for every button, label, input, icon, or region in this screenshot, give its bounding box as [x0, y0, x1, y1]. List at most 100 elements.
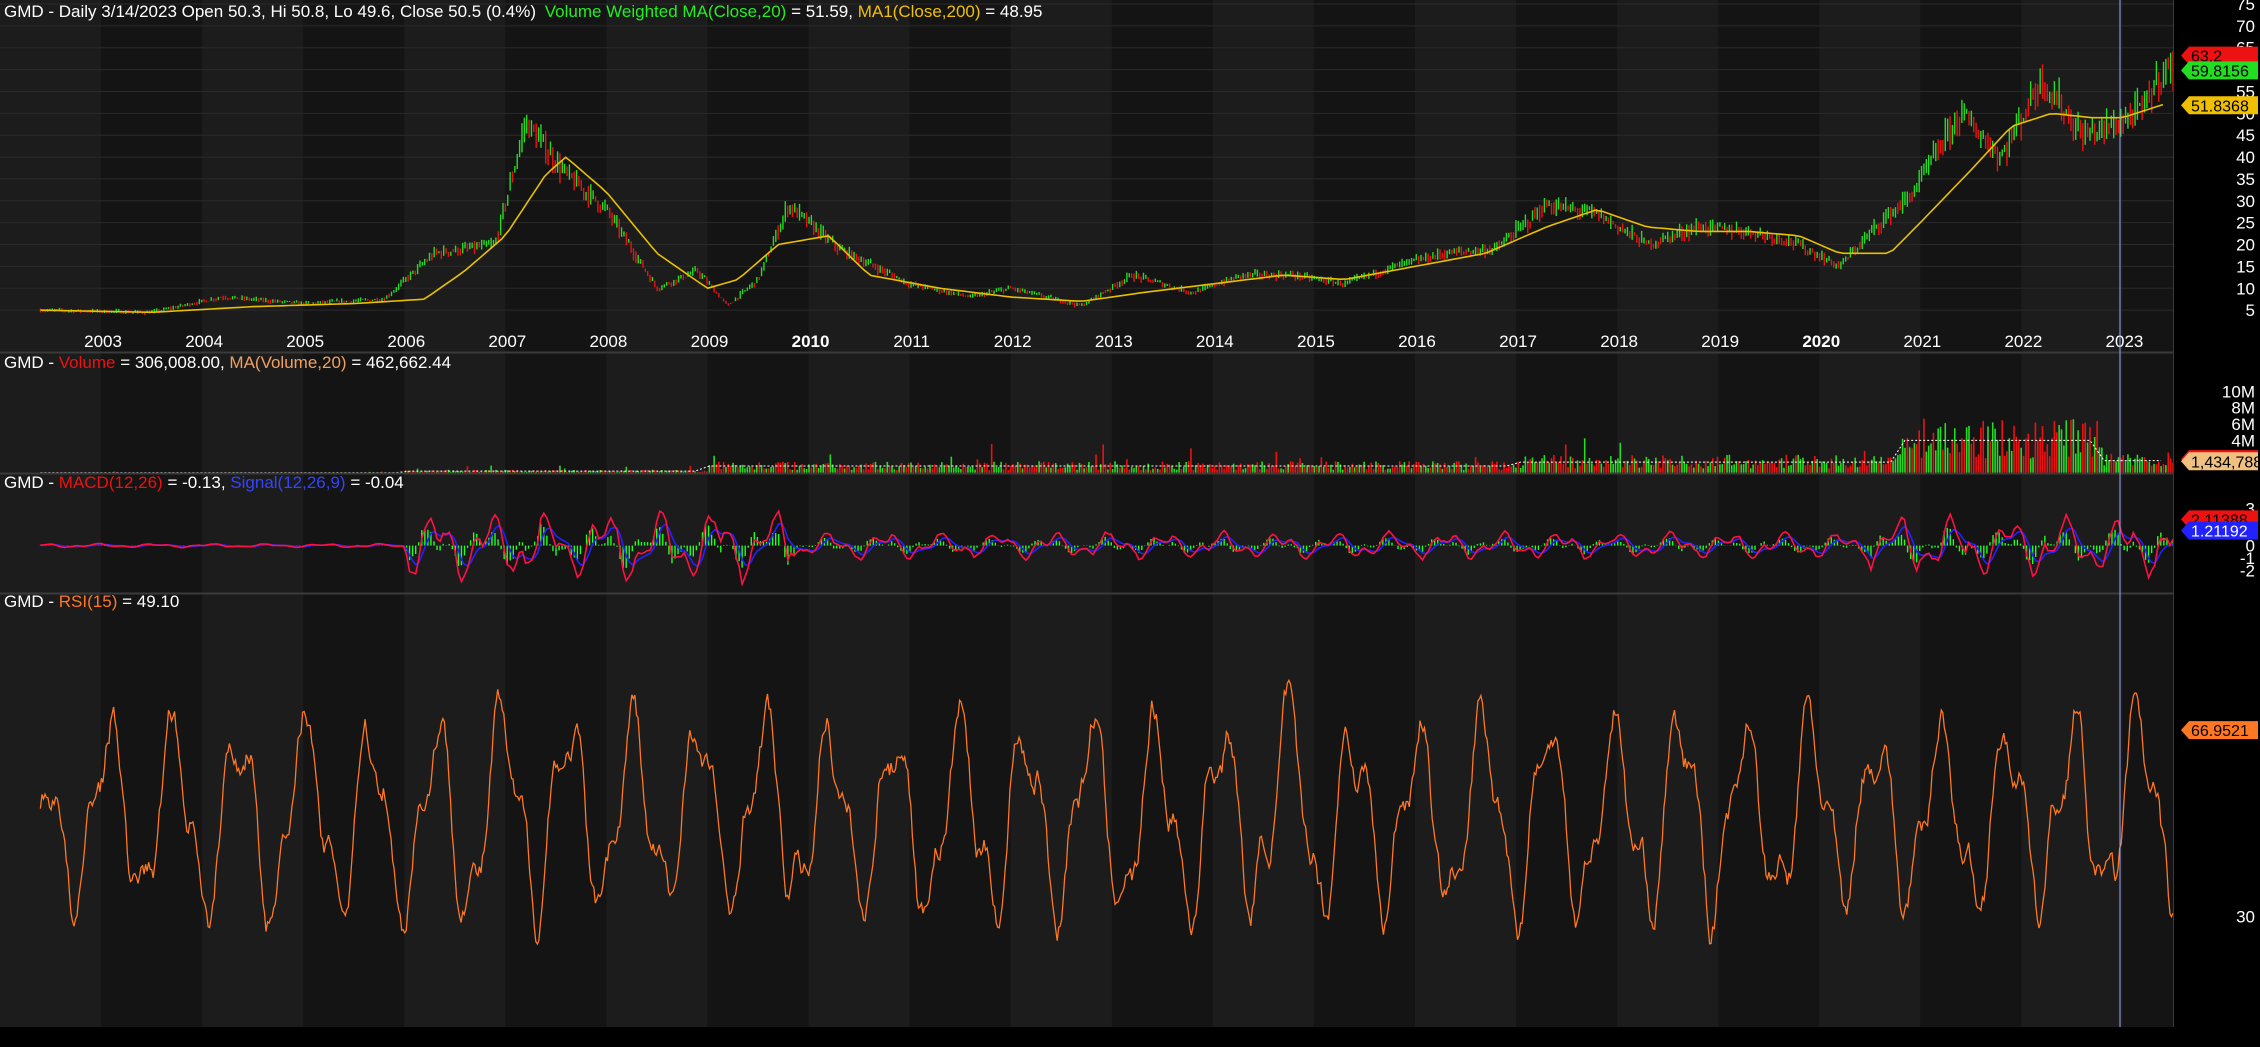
stock-chart[interactable]: 51015202530354045505560657075 2003200420…: [0, 0, 2260, 1047]
year-band: [2021, 474, 2123, 593]
year-band: [202, 594, 304, 1027]
volume-ma-value: = 462,662.44: [351, 353, 451, 372]
year-band: [1010, 474, 1112, 593]
year-band: [606, 0, 708, 352]
price-x-tick: 2015: [1297, 332, 1335, 351]
price-x-axis: 2003 2004 2005 2006 2007 2008 2009 2010 2011 2012…: [84, 332, 2143, 351]
year-band: [808, 0, 910, 352]
year-band: [2021, 594, 2123, 1027]
rsi-header-prefix: GMD -: [4, 592, 59, 611]
year-band: [1010, 594, 1112, 1027]
vwma-label: Volume Weighted MA(Close,20): [545, 2, 787, 21]
price-y-tick: 35: [2236, 170, 2255, 189]
year-band: [1212, 0, 1314, 352]
year-band: [202, 0, 304, 352]
price-x-tick: 2012: [994, 332, 1032, 351]
volume-header: GMD - Volume = 306,008.00, MA(Volume,20)…: [4, 353, 451, 372]
signal-label: Signal(12,26,9): [230, 473, 345, 492]
price-y-tick: 30: [2236, 192, 2255, 211]
price-y-tick: 20: [2236, 236, 2255, 255]
price-x-tick: 2007: [488, 332, 526, 351]
year-band: [1819, 594, 1921, 1027]
price-x-tick: 2006: [387, 332, 425, 351]
year-band: [404, 474, 506, 593]
volume-y-tick: 6M: [2231, 415, 2255, 434]
year-band: [0, 0, 102, 352]
price-x-tick: 2019: [1701, 332, 1739, 351]
year-band: [1212, 474, 1314, 593]
price-x-tick: 2023: [2106, 332, 2144, 351]
price-x-tick: 2011: [893, 332, 930, 351]
price-y-tick: 5: [2246, 301, 2255, 320]
year-band: [1617, 594, 1719, 1027]
scrollbar-track[interactable]: [0, 1027, 2260, 1047]
price-x-tick: 2005: [286, 332, 324, 351]
price-x-tick: 2010: [792, 332, 830, 351]
price-y-tick: 75: [2236, 0, 2255, 14]
year-band: [404, 594, 506, 1027]
price-x-tick: 2016: [1398, 332, 1436, 351]
macd-badge: 1.21192: [2191, 524, 2248, 541]
price-y-tick: 10: [2236, 279, 2255, 298]
price-header-prefix: GMD - Daily 3/14/2023 Open 50.3, Hi 50.8…: [4, 2, 536, 21]
macd-label: MACD(12,26): [59, 473, 163, 492]
volume-value: = 306,008.00,: [120, 353, 229, 372]
rsi-label: RSI(15): [59, 592, 118, 611]
year-band: [808, 353, 910, 473]
volume-badges: 1,704,3001,434,788: [2181, 450, 2260, 471]
macd-header-prefix: GMD -: [4, 473, 59, 492]
volume-y-tick: 8M: [2231, 399, 2255, 418]
year-band: [606, 353, 708, 473]
price-y-tick: 45: [2236, 126, 2255, 145]
volume-label: Volume: [59, 353, 116, 372]
rsi-y-axis: 30: [2236, 907, 2255, 926]
volume-y-tick: 4M: [2231, 431, 2255, 450]
year-band: [2021, 0, 2123, 352]
price-x-tick: 2009: [691, 332, 729, 351]
vwma-value: = 51.59,: [791, 2, 858, 21]
year-band: [1414, 474, 1517, 593]
price-x-tick: 2017: [1499, 332, 1537, 351]
signal-value: = -0.04: [350, 473, 403, 492]
price-badge: 59.8156: [2191, 63, 2249, 80]
year-band: [1414, 353, 1517, 473]
year-band: [1617, 0, 1719, 352]
ma200-label: MA1(Close,200): [858, 2, 981, 21]
price-x-tick: 2022: [2004, 332, 2042, 351]
macd-value: = -0.13,: [167, 473, 230, 492]
rsi-value: = 49.10: [122, 592, 179, 611]
rsi-badges: 66.9521: [2181, 721, 2258, 740]
year-band: [1819, 0, 1921, 352]
volume-ma-label: MA(Volume,20): [229, 353, 346, 372]
rsi-header: GMD - RSI(15) = 49.10: [4, 592, 179, 611]
price-badge: 51.8368: [2191, 98, 2249, 115]
price-x-tick: 2020: [1802, 332, 1840, 351]
macd-badges: 2.113881.21192: [2181, 510, 2258, 541]
year-band: [1212, 594, 1314, 1027]
year-bands: [0, 0, 2260, 1027]
rsi-y-tick: 30: [2236, 907, 2255, 926]
price-x-tick: 2018: [1600, 332, 1638, 351]
price-x-tick: 2014: [1196, 332, 1234, 351]
price-y-tick: 25: [2236, 214, 2255, 233]
price-y-tick: 15: [2236, 257, 2255, 276]
year-band: [1414, 0, 1517, 352]
macd-header: GMD - MACD(12,26) = -0.13, Signal(12,26,…: [4, 473, 404, 492]
price-header: GMD - Daily 3/14/2023 Open 50.3, Hi 50.8…: [4, 2, 1042, 21]
year-band: [808, 594, 910, 1027]
year-band: [1819, 474, 1921, 593]
price-x-tick: 2021: [1903, 332, 1941, 351]
rsi-badge: 66.9521: [2191, 723, 2249, 740]
year-band: [1617, 353, 1719, 473]
price-x-tick: 2004: [185, 332, 223, 351]
ma200-value: = 48.95: [985, 2, 1042, 21]
price-y-tick: 40: [2236, 148, 2255, 167]
year-band: [1414, 594, 1517, 1027]
price-x-tick: 2008: [590, 332, 628, 351]
volume-y-tick: 10M: [2222, 382, 2255, 401]
year-band: [1212, 353, 1314, 473]
volume-badge: 1,434,788: [2191, 454, 2260, 471]
price-y-tick: 70: [2236, 17, 2255, 36]
volume-header-prefix: GMD -: [4, 353, 59, 372]
year-band: [0, 594, 102, 1027]
